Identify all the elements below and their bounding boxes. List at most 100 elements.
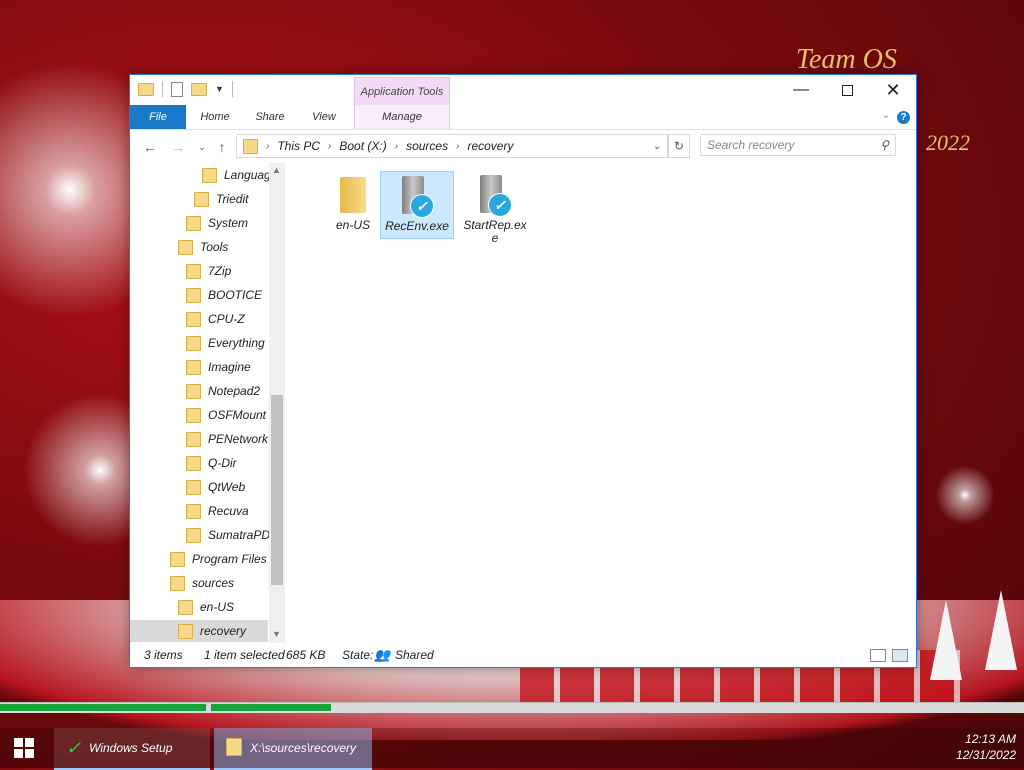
tree-item-label: System — [208, 216, 249, 230]
search-icon: ⚲ — [880, 138, 889, 152]
customize-dropdown-icon[interactable]: ▼ — [215, 84, 224, 94]
scroll-up-icon[interactable]: ▲ — [272, 165, 281, 175]
tree-item[interactable]: Languag — [202, 164, 271, 186]
item-count: 3 items — [144, 648, 183, 662]
tree-item[interactable]: en-US — [178, 596, 234, 618]
file-item-selected[interactable]: ✓ RecEnv.exe — [380, 171, 454, 239]
tree-item[interactable]: QtWeb — [186, 476, 245, 498]
folder-icon — [186, 215, 201, 231]
tree-item-label: OSFMount — [208, 408, 267, 422]
breadcrumb-chevron-icon[interactable]: › — [266, 141, 269, 152]
tree-item[interactable]: Tools — [178, 236, 228, 258]
refresh-icon[interactable]: ↻ — [668, 134, 690, 158]
breadcrumb-chevron-icon[interactable]: › — [328, 141, 331, 152]
breadcrumb-this-pc[interactable]: This PC — [277, 139, 320, 153]
recent-locations-chevron-icon[interactable]: ⌄ — [192, 137, 212, 157]
file-item-folder[interactable]: en-US — [316, 171, 390, 239]
tree-item[interactable]: CPU-Z — [186, 308, 245, 330]
title-bar[interactable]: ▼ Application Tools — ✕ — [130, 75, 916, 106]
scrollbar-thumb[interactable] — [271, 395, 283, 585]
back-arrow-icon[interactable]: ← — [140, 137, 160, 157]
tree-item[interactable]: Imagine — [186, 356, 251, 378]
tree-item-selected[interactable]: recovery — [130, 620, 268, 642]
tree-item[interactable]: System — [186, 212, 248, 234]
tree-item[interactable]: SumatraPD. — [186, 524, 273, 546]
address-dropdown-icon[interactable]: ⌄ — [653, 141, 661, 152]
close-button[interactable]: ✕ — [870, 75, 916, 105]
forward-arrow-icon[interactable]: → — [168, 137, 188, 157]
tree-item[interactable]: Notepad2 — [186, 380, 260, 402]
tree-item[interactable]: Everything — [186, 332, 265, 354]
folder-icon — [186, 311, 201, 327]
explorer-body: Languag Triedit System Tools 7Zip BOOTIC… — [130, 163, 916, 643]
folder-icon — [186, 407, 201, 423]
tree-item-label: Q-Dir — [208, 456, 237, 470]
new-folder-icon[interactable] — [191, 82, 207, 96]
watermark-year: 2022 — [926, 130, 970, 155]
tab-share[interactable]: Share — [246, 105, 294, 129]
tab-manage[interactable]: Manage — [354, 105, 450, 129]
tree-item-label: sources — [192, 576, 235, 590]
minimize-button[interactable]: — — [778, 75, 824, 105]
help-icon[interactable]: ? — [897, 111, 910, 124]
folder-icon — [186, 287, 201, 303]
tree-item[interactable]: 7Zip — [186, 260, 231, 282]
executable-icon: ✓ — [400, 174, 434, 218]
properties-icon[interactable] — [171, 81, 183, 97]
chevron-down-icon[interactable]: ⌄ — [882, 110, 890, 121]
toolbar-divider — [162, 81, 163, 97]
tree-item-label: Program Files ( — [192, 552, 275, 566]
tree-item[interactable]: sources — [170, 572, 234, 594]
task-label: X:\sources\recovery — [250, 741, 357, 755]
folder-icon[interactable] — [138, 82, 154, 96]
tree-item[interactable]: Recuva — [186, 500, 249, 522]
folder-icon — [186, 431, 201, 447]
folder-icon — [186, 383, 201, 399]
breadcrumb-chevron-icon[interactable]: › — [456, 141, 459, 152]
breadcrumb-boot-drive[interactable]: Boot (X:) — [339, 139, 386, 153]
taskbar-windows-setup[interactable]: ✓ Windows Setup — [54, 728, 210, 770]
ribbon-tabs: File Home Share View Manage ⌄ ? — [130, 105, 916, 130]
maximize-button[interactable] — [824, 75, 870, 105]
search-input[interactable]: Search recovery ⚲ — [700, 134, 896, 156]
large-icons-view-icon[interactable] — [892, 649, 908, 662]
details-view-icon[interactable] — [870, 649, 886, 662]
tree-item-label: Languag — [224, 168, 271, 182]
scroll-down-icon[interactable]: ▼ — [272, 629, 281, 639]
tree-item[interactable]: Q-Dir — [186, 452, 237, 474]
up-arrow-icon[interactable]: ↑ — [212, 137, 232, 157]
tree-item-label: CPU-Z — [208, 312, 245, 326]
tree-item-label: PENetwork — [208, 432, 269, 446]
tab-home[interactable]: Home — [190, 105, 240, 129]
folder-icon — [186, 359, 201, 375]
folder-icon — [194, 191, 209, 207]
breadcrumb-recovery[interactable]: recovery — [467, 139, 513, 153]
folder-icon — [186, 479, 201, 495]
breadcrumb-chevron-icon[interactable]: › — [395, 141, 398, 152]
breadcrumb-sources[interactable]: sources — [406, 139, 448, 153]
taskbar-explorer[interactable]: X:\sources\recovery — [214, 728, 372, 770]
tree-item-label: Notepad2 — [208, 384, 261, 398]
tree-item[interactable]: Program Files ( — [170, 548, 274, 570]
tab-view[interactable]: View — [300, 105, 348, 129]
file-item[interactable]: ✓ StartRep.exe — [458, 171, 532, 245]
task-label: Windows Setup — [89, 741, 173, 755]
file-name: RecEnv.exe — [385, 219, 449, 233]
tab-file[interactable]: File — [130, 105, 186, 129]
tree-item-label: recovery — [200, 624, 247, 638]
system-clock[interactable]: 12:13 AM 12/31/2022 — [956, 731, 1016, 763]
tree-item[interactable]: PENetwork — [186, 428, 268, 450]
tree-decoration — [930, 600, 962, 680]
start-button[interactable] — [0, 728, 48, 768]
tree-item[interactable]: OSFMount — [186, 404, 266, 426]
tree-scrollbar[interactable]: ▲ ▼ — [269, 163, 285, 643]
tree-item-label: en-US — [200, 600, 235, 614]
folder-icon — [340, 177, 366, 213]
tree-item-label: Triedit — [216, 192, 249, 206]
tree-item-label: SumatraPD. — [208, 528, 274, 542]
tree-item[interactable]: BOOTICE — [186, 284, 262, 306]
address-bar[interactable]: › This PC › Boot (X:) › sources › recove… — [236, 134, 668, 158]
tree-item-label: QtWeb — [208, 480, 246, 494]
folder-icon — [186, 263, 201, 279]
tree-item[interactable]: Triedit — [194, 188, 248, 210]
